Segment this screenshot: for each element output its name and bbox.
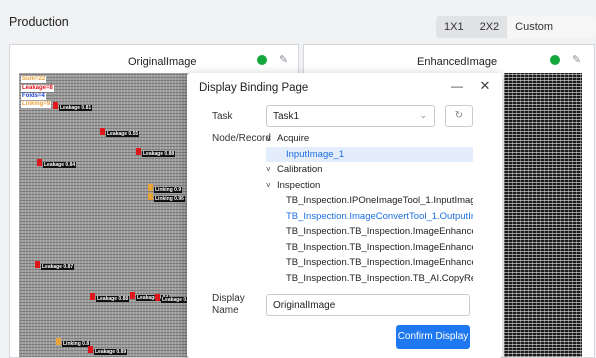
panel-title: OriginalImage	[128, 56, 197, 68]
tree-item-label: TB_Inspection.ImageConvertTool_1.OutputI…	[286, 211, 473, 222]
detection-box	[155, 294, 160, 301]
legend-linking: Linking=9	[21, 101, 52, 108]
node-record-label: Node/Record	[212, 133, 271, 144]
tree-item[interactable]: TB_Inspection.TB_Inspection.ImageEnhance…	[266, 255, 473, 270]
detection-box	[88, 346, 93, 353]
detection-box	[148, 193, 153, 200]
detection-label: Leakage 0.87	[41, 264, 75, 270]
chevron-down-icon: ⌄	[419, 110, 427, 120]
legend-folds: Folds=4	[21, 93, 46, 100]
detection-box	[136, 148, 141, 155]
task-label: Task	[212, 111, 233, 122]
tree-item[interactable]: ˅ Calibration	[266, 162, 473, 177]
tree-item[interactable]: ˅ Acquire	[266, 131, 473, 146]
detection-box	[53, 102, 58, 109]
detection-label: Leakage 0.55	[106, 131, 140, 137]
edit-icon[interactable]: ✎	[279, 54, 291, 66]
legend-leakage: Leakage=8	[21, 85, 54, 92]
tree-item[interactable]: TB_Inspection.TB_Inspection.ImageEnhance…	[266, 224, 473, 239]
page-title: Production	[9, 15, 69, 29]
dialog-title: Display Binding Page	[199, 82, 309, 94]
panel-header: OriginalImage ✎	[10, 45, 298, 71]
task-select[interactable]: Task1 ⌄	[266, 105, 435, 127]
detection-label: Leakage 0.89	[94, 349, 128, 355]
enhanced-image-view[interactable]	[504, 73, 582, 357]
close-icon[interactable]: ✕	[479, 79, 491, 93]
layout-2x2-button[interactable]: 2X2	[472, 16, 508, 38]
refresh-icon: ↻	[454, 110, 464, 121]
tree-item-label: Inspection	[277, 180, 321, 191]
status-indicator	[550, 55, 560, 65]
tree-item[interactable]: TB_Inspection.TB_Inspection.ImageEnhance…	[266, 240, 473, 255]
layout-1x1-button[interactable]: 1X1	[436, 16, 472, 38]
tree-item-label: Calibration	[277, 164, 323, 175]
display-binding-dialog: Display Binding Page — ✕ Task Task1 ⌄ ↻ …	[187, 73, 502, 358]
chevron-down-icon[interactable]: ˅	[266, 131, 277, 146]
task-select-value: Task1	[273, 111, 300, 122]
tree-item-label: Acquire	[277, 133, 310, 144]
detection-label: Linking 0.96	[154, 196, 185, 202]
minimize-icon[interactable]: —	[451, 79, 463, 93]
tree-item[interactable]: ˅ Inspection	[266, 178, 473, 193]
detection-label: Leakage 0.88	[142, 151, 176, 157]
tree-item[interactable]: InputImage_1	[266, 147, 473, 162]
detection-box	[130, 292, 135, 299]
edit-icon[interactable]: ✎	[572, 54, 584, 66]
panel-title: EnhancedImage	[417, 56, 498, 68]
detection-label: Linking 0.8	[62, 341, 91, 347]
detection-label: Leakage 0.88	[96, 296, 130, 302]
display-name-label: Display Name	[212, 293, 245, 316]
legend-sum: Sum=22	[21, 76, 47, 83]
original-image-view[interactable]: Sum=22 Leakage=8 Folds=4 Linking=9 Leaka…	[19, 73, 209, 357]
tree-item[interactable]: TB_Inspection.ImageConvertTool_1.OutputI…	[266, 209, 473, 224]
layout-toggle: 1X1 2X2 Custom Layout	[436, 16, 596, 38]
tree-item[interactable]: TB_Inspection.TB_Inspection.TB_AI.CopyRe…	[266, 271, 473, 286]
tree-item[interactable]: TB_Inspection.IPOneImageTool_1.InputImag…	[266, 193, 473, 208]
detection-box	[37, 159, 42, 166]
tree-item-label: TB_Inspection.TB_Inspection.TB_AI.CopyRe…	[286, 273, 473, 284]
refresh-button[interactable]: ↻	[445, 105, 473, 127]
detection-label: Leakage 0.84	[43, 162, 77, 168]
detection-box	[100, 128, 105, 135]
tree-item-label: TB_Inspection.TB_Inspection.ImageEnhance…	[286, 242, 473, 253]
tree-item-label: TB_Inspection.IPOneImageTool_1.InputImag…	[286, 195, 473, 206]
tree-item-label: TB_Inspection.TB_Inspection.ImageEnhance…	[286, 257, 473, 268]
tree-item-label: InputImage_1	[286, 149, 345, 160]
detection-box	[90, 293, 95, 300]
detection-box	[148, 184, 153, 191]
chevron-down-icon[interactable]: ˅	[266, 178, 277, 193]
tree-item-label: TB_Inspection.TB_Inspection.ImageEnhance…	[286, 226, 473, 237]
detection-label: Linking 0.9	[154, 187, 183, 193]
status-indicator	[257, 55, 267, 65]
detection-box	[56, 338, 61, 345]
confirm-display-button[interactable]: Confirm Display	[396, 325, 470, 349]
detection-label: Leakage 0.81	[59, 105, 93, 111]
panel-header: EnhancedImage ✎	[304, 45, 594, 71]
chevron-down-icon[interactable]: ˅	[266, 162, 277, 177]
display-name-input[interactable]	[266, 294, 470, 316]
detection-box	[35, 261, 40, 268]
node-record-tree[interactable]: ˅ Acquire InputImage_1 ˅ Calibration ˅ Inspect…	[266, 131, 473, 288]
layout-custom-button[interactable]: Custom Layout	[507, 16, 596, 38]
